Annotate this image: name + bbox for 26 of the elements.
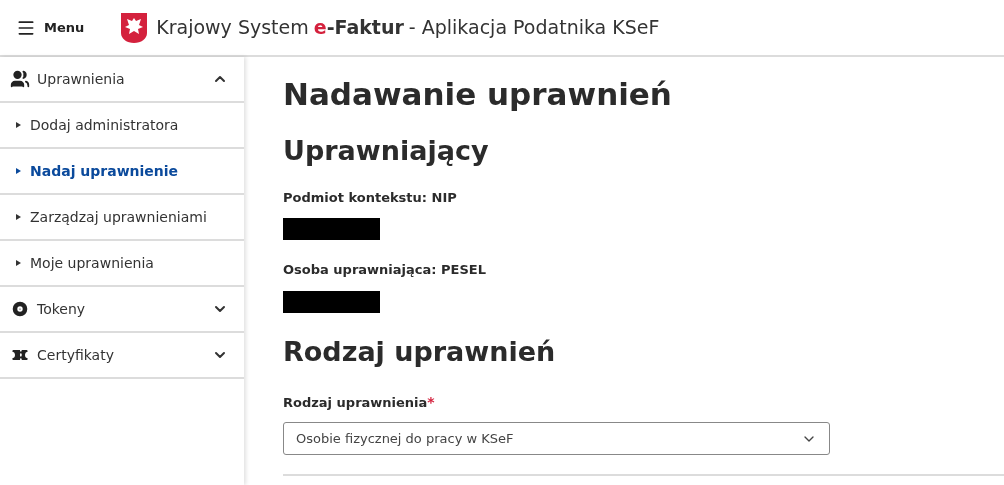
- bullet-icon: [16, 214, 21, 220]
- bullet-icon: [16, 168, 21, 174]
- disc-icon: [10, 299, 30, 319]
- emblem-icon: [120, 11, 149, 44]
- app-title: Krajowy System: [156, 15, 309, 41]
- menu-button[interactable]: Menu: [16, 17, 85, 38]
- sidebar-section[interactable]: Tokeny: [0, 287, 244, 333]
- page-title: Nadawanie uprawnień: [283, 75, 673, 114]
- select-field[interactable]: Osobie fizycznej do pracy w KSeF: [283, 422, 830, 456]
- section-title: Uprawniający: [283, 133, 490, 168]
- sidebar-item[interactable]: Moje uprawnienia: [0, 241, 244, 287]
- field-label: Podmiot kontekstu: NIP: [283, 188, 458, 207]
- sidebar-section[interactable]: Certyfikaty: [0, 333, 244, 379]
- people-icon: [10, 69, 30, 89]
- required-mark: *: [427, 393, 435, 413]
- field-label: Osoba uprawniająca: PESEL: [283, 261, 487, 279]
- sidebar-item[interactable]: Zarządzaj uprawnieniami: [0, 195, 244, 241]
- app-subtitle: - Aplikacja Podatnika KSeF: [408, 15, 660, 41]
- bullet-icon: [16, 122, 21, 128]
- section-title: Rodzaj uprawnień: [283, 334, 557, 369]
- bullet-icon: [16, 260, 21, 266]
- sidebar-section[interactable]: Uprawnienia: [0, 57, 244, 103]
- select-label: Rodzaj uprawnienia: [283, 394, 428, 413]
- brand-name: e-Faktur: [313, 15, 404, 41]
- sidebar-item[interactable]: Nadaj uprawnienie: [0, 149, 244, 195]
- sidebar-item[interactable]: Dodaj administratora: [0, 103, 244, 149]
